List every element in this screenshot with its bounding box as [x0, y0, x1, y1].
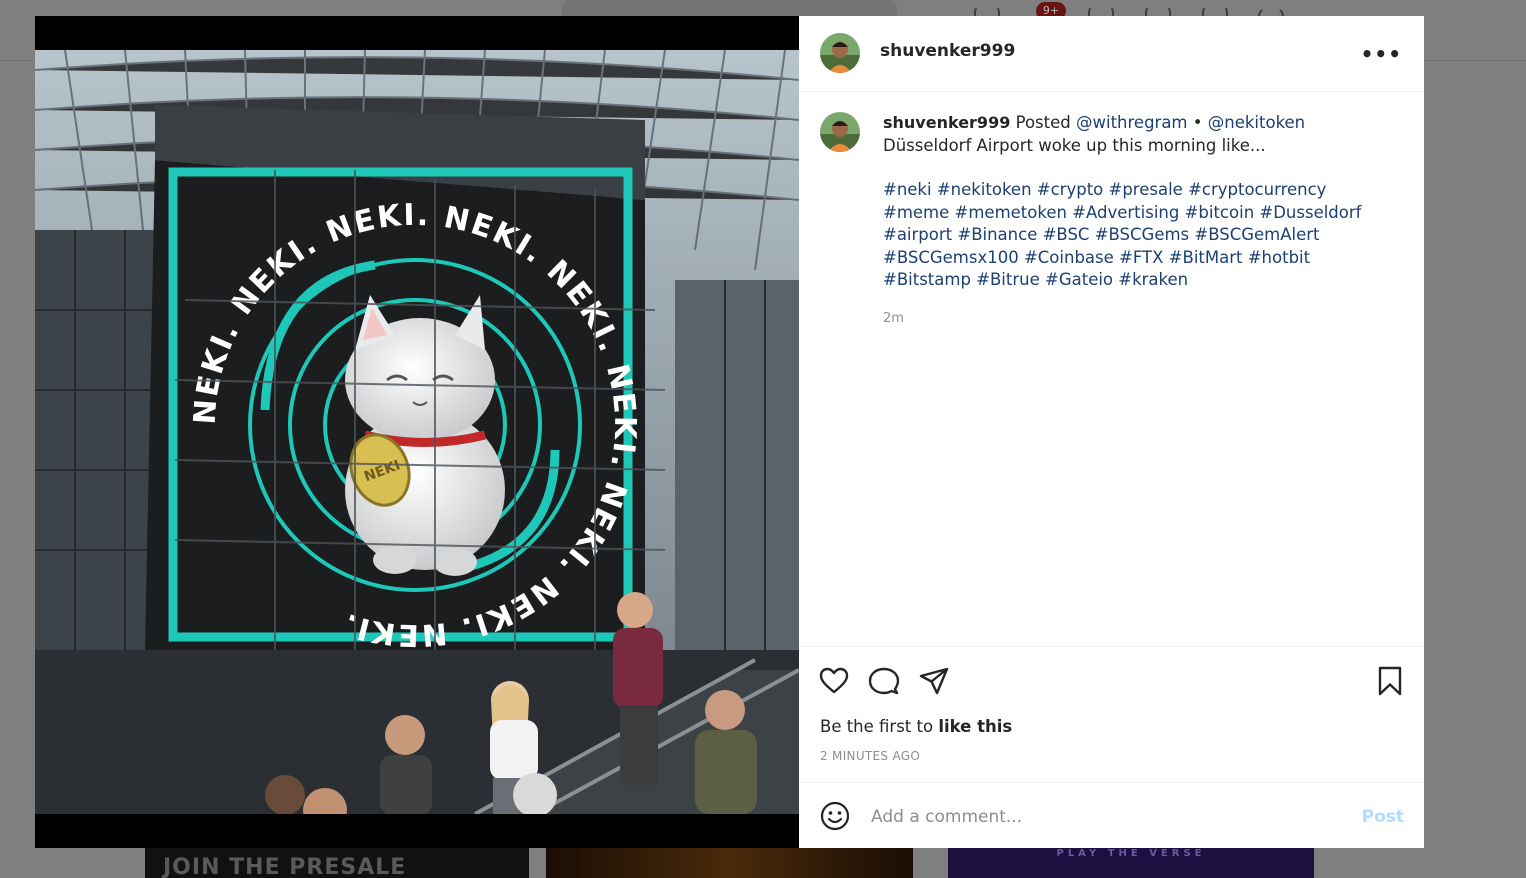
like-this-link[interactable]: like this [938, 717, 1012, 736]
caption-text: shuvenker999 Posted @withregram • @nekit… [883, 112, 1373, 292]
post-timestamp[interactable]: 2 MINUTES AGO [820, 749, 920, 763]
likes-summary: Be the first to like this [820, 717, 1012, 736]
comment-input[interactable] [869, 801, 1343, 833]
caption-posted-word: Posted [1015, 113, 1071, 132]
caption-time[interactable]: 2m [883, 311, 904, 326]
smiley-icon[interactable] [820, 801, 850, 831]
paper-plane-icon[interactable] [918, 665, 950, 697]
caption-body: Düsseldorf Airport woke up this morning … [883, 135, 1266, 155]
post-comment-button[interactable]: Post [1362, 807, 1404, 827]
post-header: shuvenker999 ••• [799, 16, 1424, 92]
more-options-icon[interactable]: ••• [1361, 42, 1402, 66]
post-actions: Be the first to like this 2 MINUTES AGO [799, 646, 1424, 783]
caption-separator: • [1192, 113, 1203, 132]
bookmark-icon[interactable] [1374, 665, 1406, 697]
background-feed-card: PLAY THE VERSE [948, 848, 1314, 878]
post-image: NEKI. NEKI. NEKI. NEKI. NEKI. NEKI. NEKI… [35, 50, 799, 814]
mention-nekitoken[interactable]: @nekitoken [1208, 113, 1305, 132]
mention-withregram[interactable]: @withregram [1076, 113, 1188, 132]
background-feed-card [546, 848, 913, 878]
post-modal: NEKI. NEKI. NEKI. NEKI. NEKI. NEKI. NEKI… [35, 16, 1424, 848]
background-feed-card: JOIN THE PRESALE [145, 848, 529, 878]
caption-username[interactable]: shuvenker999 [883, 113, 1010, 132]
post-caption: shuvenker999 Posted @withregram • @nekit… [799, 92, 1424, 646]
comment-bar: Post [799, 782, 1424, 849]
author-username[interactable]: shuvenker999 [880, 41, 1015, 61]
post-details-panel: shuvenker999 ••• shuvenker999 Posted @wi… [799, 16, 1424, 848]
post-image-container[interactable]: NEKI. NEKI. NEKI. NEKI. NEKI. NEKI. NEKI… [35, 16, 799, 848]
caption-hashtags[interactable]: #neki #nekitoken #crypto #presale #crypt… [883, 179, 1373, 292]
comment-icon[interactable] [868, 665, 900, 697]
heart-icon[interactable] [818, 665, 850, 697]
likes-prefix: Be the first to [820, 717, 934, 736]
author-avatar[interactable] [820, 33, 860, 73]
caption-author-avatar[interactable] [820, 112, 860, 152]
